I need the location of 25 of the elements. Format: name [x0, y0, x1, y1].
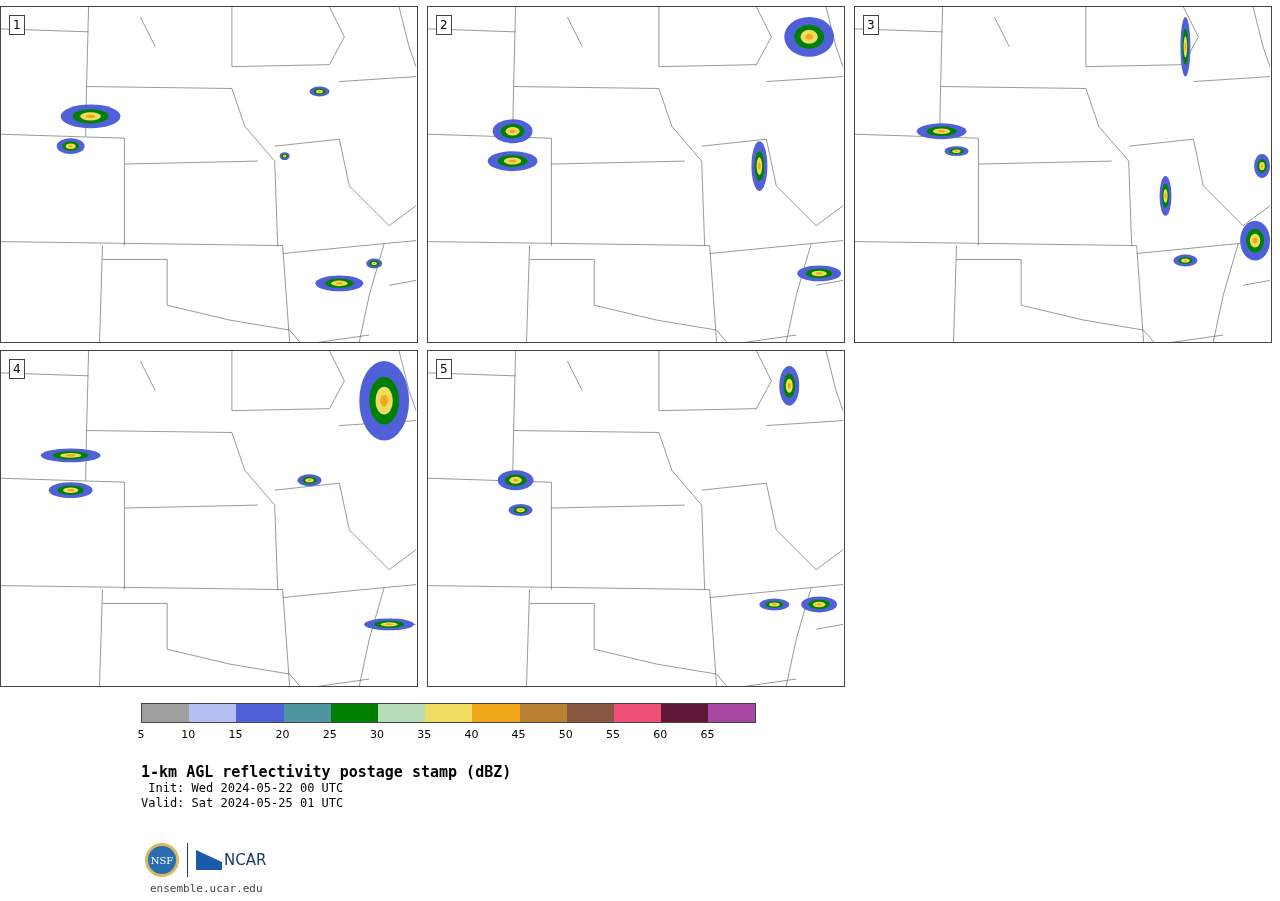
- colorbar-tick-label: 20: [275, 727, 290, 743]
- footer-url: ensemble.ucar.edu: [149, 881, 263, 897]
- colorbar-tick-label: 55: [606, 727, 620, 743]
- plot-title: 1-km AGL reflectivity postage stamp (dBZ): [141, 763, 512, 781]
- colorbar-tick-label: 10: [181, 727, 196, 743]
- panel-label: 1: [9, 15, 25, 35]
- panel-label: 2: [436, 15, 452, 35]
- init-time: Init: Wed 2024-05-22 00 UTC: [147, 781, 344, 796]
- nsf-logo: NSF: [145, 843, 179, 877]
- colorbar-tick-label: 30: [370, 727, 384, 743]
- panel-label: 4: [9, 359, 25, 379]
- panel-label: 5: [436, 359, 452, 379]
- valid-time: Valid: Sat 2024-05-25 01 UTC: [141, 796, 344, 811]
- panel-label: 3: [863, 15, 879, 35]
- colorbar-tick-label: 40: [464, 727, 479, 743]
- colorbar-tick-label: 15: [228, 727, 243, 743]
- colorbar-tick-label: 45: [511, 727, 526, 743]
- colorbar-tick-label: 60: [653, 727, 668, 743]
- colorbar-tick-label: 35: [417, 727, 432, 743]
- colorbar-tick-label: 50: [558, 727, 573, 743]
- colorbar-tick-label: 5: [137, 727, 145, 743]
- colorbar-tick-label: 25: [322, 727, 337, 743]
- colorbar-tick-label: 65: [700, 727, 715, 743]
- ncar-logo-icon: [196, 850, 222, 870]
- ncar-logo-text: NCAR: [224, 849, 267, 871]
